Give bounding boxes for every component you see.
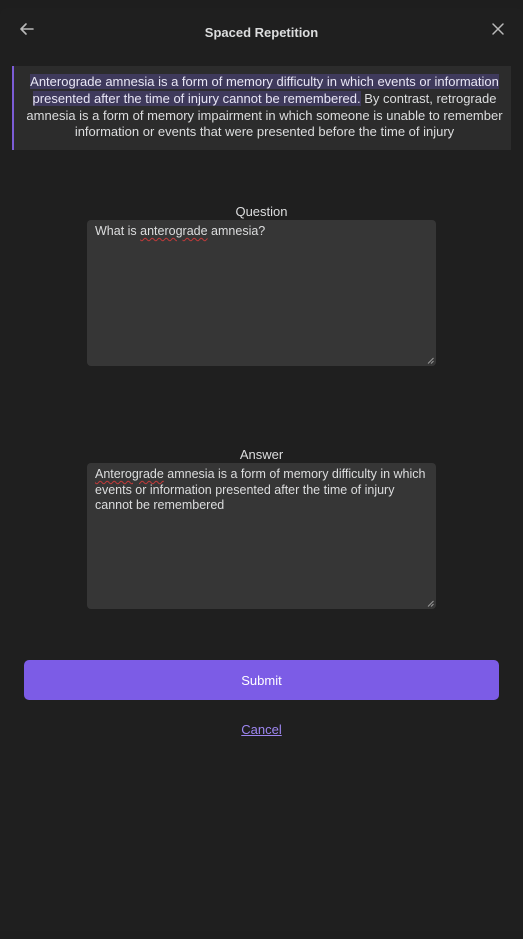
question-input[interactable]: What is anterograde amnesia? [87, 220, 436, 366]
close-button[interactable] [487, 20, 509, 42]
modal-header: Spaced Repetition [0, 8, 523, 56]
close-icon [491, 22, 505, 41]
answer-label: Answer [239, 447, 284, 462]
spaced-repetition-modal: Spaced Repetition Anterograde amnesia is… [0, 8, 523, 931]
resize-grip-icon[interactable] [427, 357, 434, 364]
cancel-link[interactable]: Cancel [0, 722, 523, 737]
resize-grip-icon[interactable] [427, 600, 434, 607]
misspelled-word: anterograde [140, 224, 208, 238]
submit-button[interactable]: Submit [24, 660, 499, 700]
question-text: What is [95, 224, 141, 238]
source-context-block: Anterograde amnesia is a form of memory … [12, 66, 511, 150]
misspelled-word: Anterograde [95, 467, 164, 481]
question-text: amnesia? [207, 224, 266, 238]
page-title: Spaced Repetition [204, 25, 319, 40]
question-label: Question [235, 204, 288, 219]
answer-input[interactable]: Anterograde amnesia is a form of memory … [87, 463, 436, 609]
